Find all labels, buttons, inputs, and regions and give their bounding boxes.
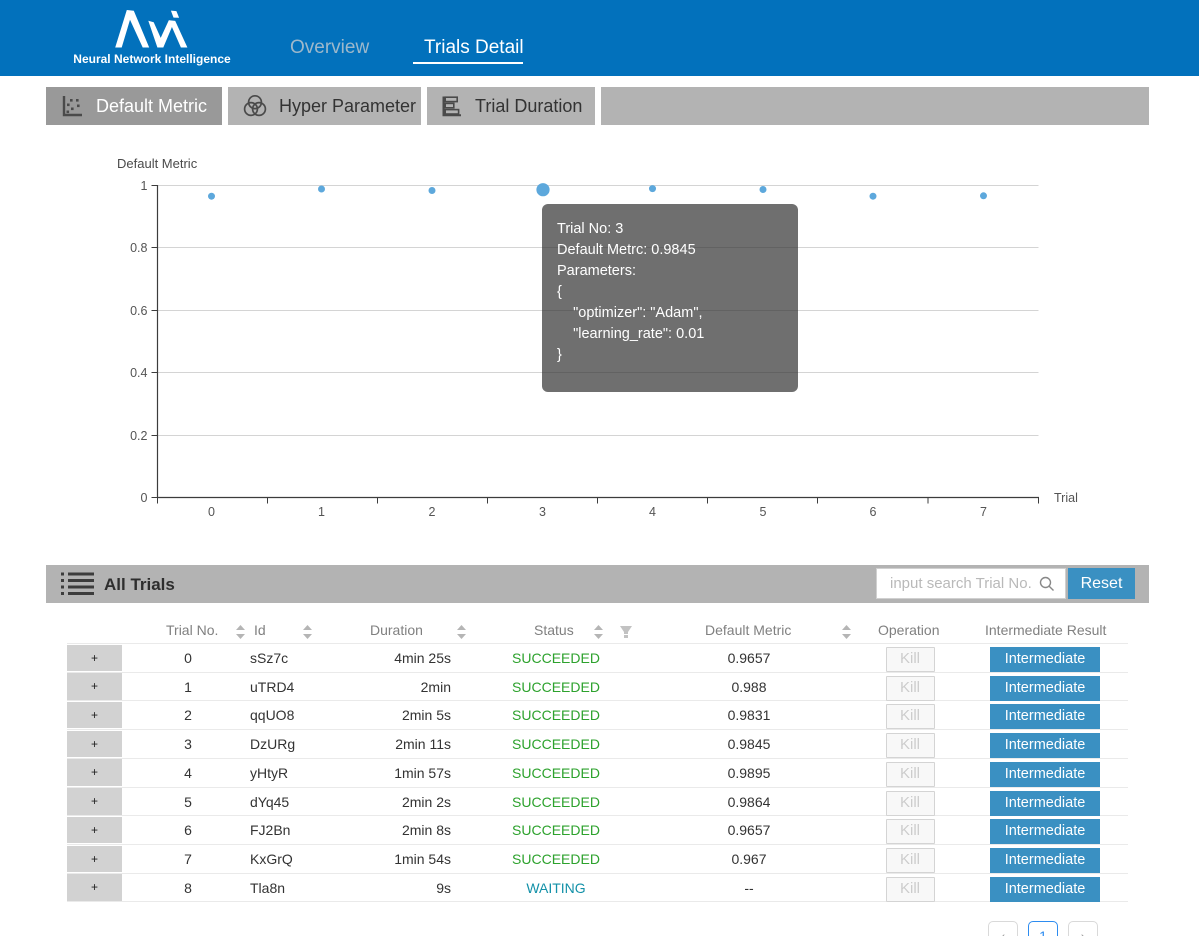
svg-text:1: 1 <box>318 505 325 519</box>
svg-text:0.2: 0.2 <box>130 429 147 443</box>
svg-text:0: 0 <box>141 491 148 505</box>
svg-text:0.6: 0.6 <box>130 304 147 318</box>
svg-text:0: 0 <box>208 505 215 519</box>
svg-text:7: 7 <box>980 505 987 519</box>
svg-text:6: 6 <box>870 505 877 519</box>
svg-text:2: 2 <box>429 505 436 519</box>
svg-text:4: 4 <box>649 505 656 519</box>
svg-text:5: 5 <box>760 505 767 519</box>
svg-text:3: 3 <box>539 505 546 519</box>
svg-text:Trial: Trial <box>1054 491 1078 505</box>
svg-text:1: 1 <box>141 179 148 193</box>
svg-text:0.4: 0.4 <box>130 366 147 380</box>
svg-text:Default Metric: Default Metric <box>117 156 198 171</box>
svg-text:0.8: 0.8 <box>130 241 147 255</box>
